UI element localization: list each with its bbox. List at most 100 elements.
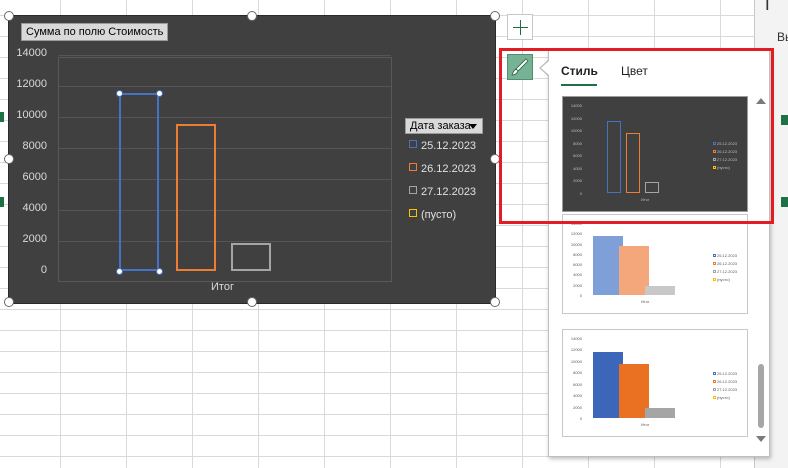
bar-25.12.2023[interactable] [119,92,159,271]
thumb-legend-swatch [713,254,716,257]
thumb-y-tick: 4000 [573,272,582,278]
thumb-legend-label: (пусто) [717,395,730,401]
thumb-legend-label: 27.12.2023 [717,387,738,393]
scroll-thumb[interactable] [758,364,764,428]
resize-handle-top-right[interactable] [490,11,500,21]
legend-item[interactable]: 25.12.2023 [409,140,476,152]
y-tick-label: 14000 [16,47,47,59]
pivot-chart[interactable]: Сумма по полю Стоимость Итог Дата заказа… [8,15,496,304]
thumb-legend-swatch [713,270,716,273]
y-tick-label: 8000 [22,140,47,152]
resize-handle-top[interactable] [247,11,257,21]
pane-text: Вы [777,30,788,44]
y-tick-label: 6000 [22,171,47,183]
y-tick-label: 2000 [22,233,47,245]
bar-selection-handle[interactable] [116,268,123,275]
thumb-legend-item: 25.12.2023 [713,371,738,376]
thumb-y-tick: 2000 [573,282,582,288]
gridline [59,241,391,242]
chart-style-thumbnail[interactable]: 14000 12000 10000 8000 6000 4000 2000 0 25.12.20… [562,329,748,437]
thumb-y-tick: 2000 [573,404,582,410]
legend-filter-label: Дата заказа [410,120,471,132]
resize-handle-left[interactable] [4,154,14,164]
thumb-legend-item: (пусто) [713,277,731,282]
thumb-legend-swatch [713,262,716,265]
dropdown-arrow-icon [469,124,477,129]
thumb-legend-item: (пусто) [713,395,731,400]
thumb-legend-swatch [713,388,716,392]
thumb-y-tick: 12000 [570,347,582,353]
cell-marker [0,112,4,122]
pane-title-glyph: Г [765,0,775,14]
plus-icon-stroke [520,20,521,35]
y-tick-label: 0 [40,264,47,276]
chart-elements-button[interactable] [507,14,533,40]
thumb-y-tick: 12000 [570,231,582,237]
chart-title[interactable]: Сумма по полю Стоимость [21,23,169,41]
legend-item[interactable]: (пусто) [409,209,456,221]
legend-swatch [409,140,417,148]
highlight-annotation [499,48,774,224]
legend-item[interactable]: 27.12.2023 [409,186,476,198]
thumb-legend-item: 25.12.2023 [713,253,738,258]
thumb-legend-item: 26.12.2023 [713,261,738,266]
plot-area[interactable] [58,55,392,282]
legend-label: 26.12.2023 [421,163,477,175]
thumb-legend-label: 26.12.2023 [717,261,738,266]
thumb-legend-item: 27.12.2023 [713,269,738,274]
bar-selection-handle[interactable] [156,89,163,97]
scroll-down-icon[interactable] [756,436,766,442]
y-tick-label: 4000 [22,202,47,214]
resize-handle-top-left[interactable] [4,11,14,21]
thumb-y-tick: 8000 [573,370,582,376]
resize-handle-bottom[interactable] [247,297,257,307]
thumb-bar [645,407,675,418]
bar-26.12.2023[interactable] [176,123,216,271]
x-axis-label: Итог [211,281,234,293]
thumb-y-tick: 6000 [573,262,582,268]
bar-selection-handle[interactable] [116,89,123,97]
check-icon[interactable] [781,197,788,207]
thumb-x-label: Итог [641,422,650,427]
thumb-y-tick: 0 [579,416,582,421]
thumb-legend-label: (пусто) [717,277,730,282]
thumb-y-tick: 10000 [570,241,582,247]
gridline [59,179,391,180]
legend-filter-button[interactable]: Дата заказа [405,118,483,134]
legend-label: (пусто) [421,209,457,221]
thumb-legend-label: 25.12.2023 [717,371,738,377]
legend-label: 25.12.2023 [421,140,477,152]
thumb-legend-swatch [713,278,716,281]
thumb-bar [645,285,675,295]
chart-style-thumbnail[interactable]: 14000 12000 10000 8000 6000 4000 2000 0 25.12.20… [562,214,748,314]
gridline [59,86,391,87]
gridline [59,117,391,118]
thumb-y-tick: 6000 [573,381,582,387]
cell-marker [0,197,4,207]
thumb-y-tick: 14000 [570,336,582,341]
legend-label: 27.12.2023 [421,186,477,198]
gridline [59,148,391,149]
legend-swatch [409,209,417,217]
legend-swatch [409,163,417,171]
thumb-legend-swatch [713,396,716,400]
resize-handle-bottom-left[interactable] [4,297,14,307]
resize-handle-bottom-right[interactable] [490,297,500,307]
gridline [59,55,391,56]
y-tick-label: 10000 [16,109,47,121]
thumb-legend-item: 27.12.2023 [713,387,738,392]
bar-27.12.2023[interactable] [231,243,271,271]
y-tick-label: 12000 [16,78,47,90]
check-icon[interactable] [781,115,788,125]
thumb-legend-label: 27.12.2023 [717,269,738,274]
thumb-y-tick: 0 [579,293,582,298]
thumb-legend-swatch [713,372,716,376]
legend-item[interactable]: 26.12.2023 [409,163,476,175]
thumb-y-tick: 4000 [573,393,582,399]
bar-selection-handle[interactable] [156,268,163,275]
thumb-legend-item: 26.12.2023 [713,379,738,384]
thumb-x-label: Итог [641,299,650,304]
legend-swatch [409,186,417,194]
thumb-y-tick: 10000 [570,358,582,364]
thumb-y-tick: 8000 [573,251,582,257]
